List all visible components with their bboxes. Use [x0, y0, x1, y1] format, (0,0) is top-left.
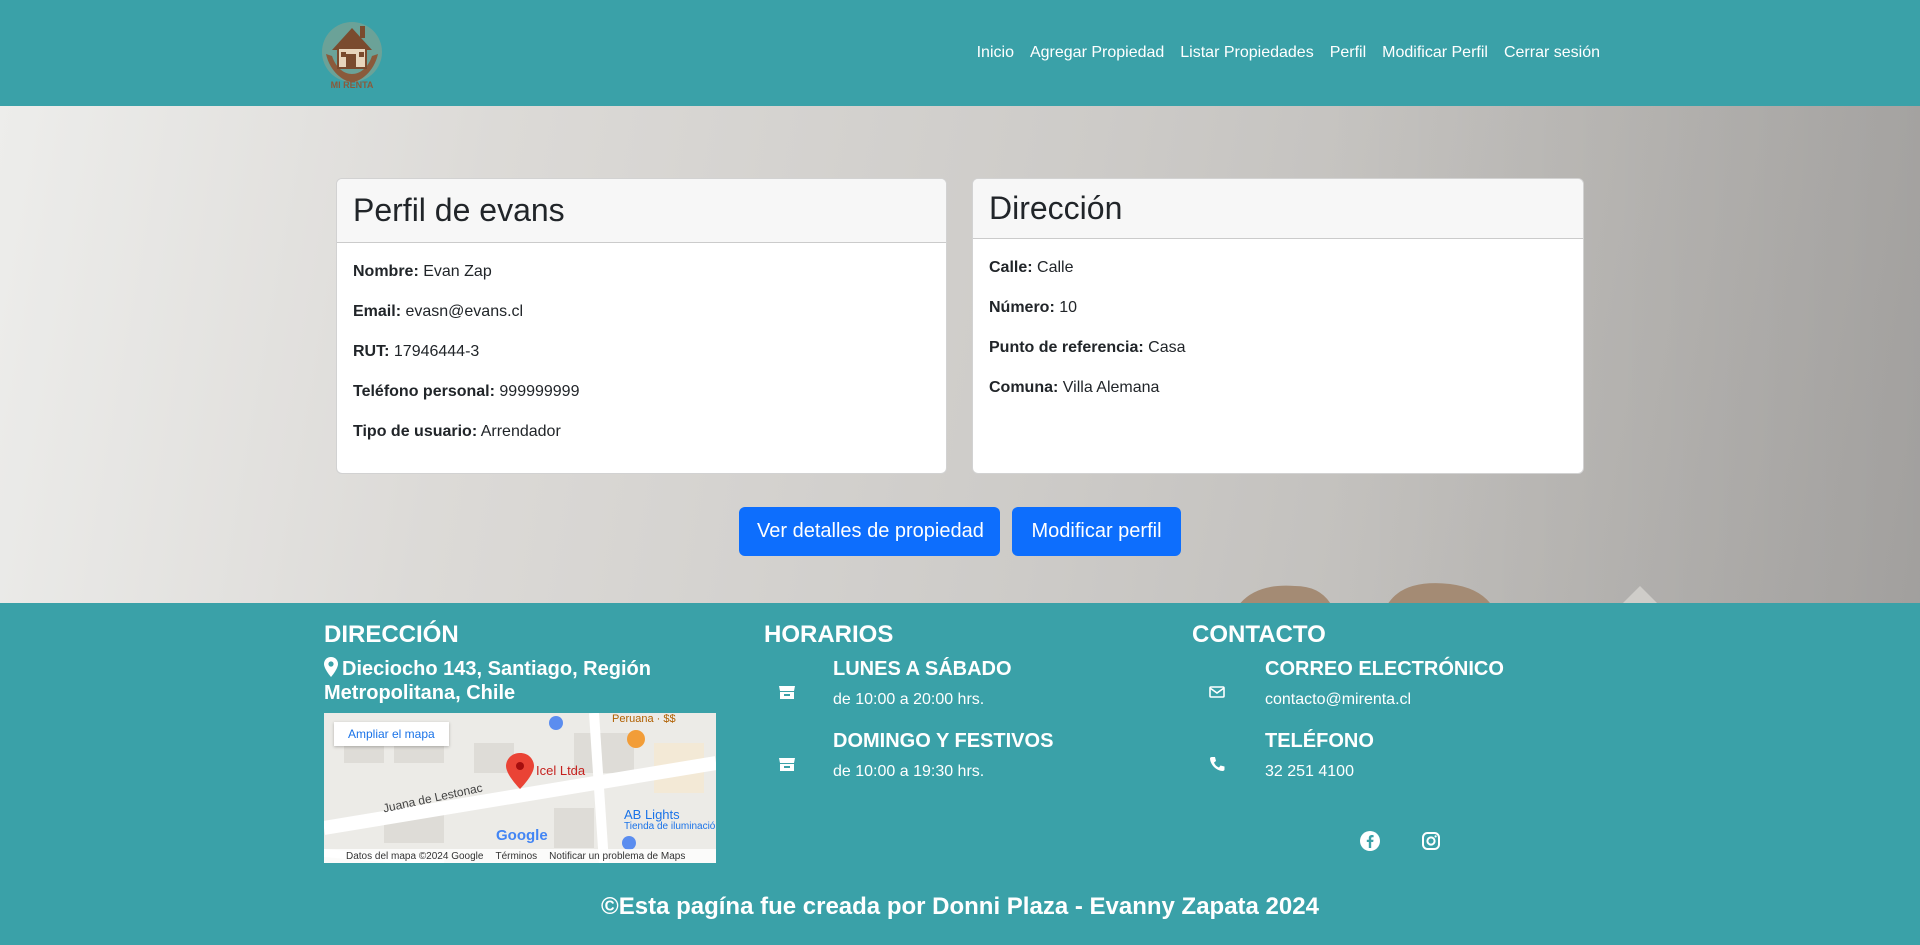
nav-modificar-perfil[interactable]: Modificar Perfil [1382, 44, 1488, 62]
logo-text: MI RENTA [331, 80, 374, 90]
instagram-icon[interactable] [1420, 830, 1442, 852]
footer-address-text: Dieciocho 143, Santiago, Región Metropol… [324, 658, 651, 704]
profile-card-body: Nombre: Evan Zap Email: evasn@evans.cl R… [337, 243, 946, 473]
address-card-body: Calle: Calle Número: 10 Punto de referen… [973, 239, 1583, 433]
address-field-referencia: Punto de referencia: Casa [989, 339, 1186, 356]
map-attr-data: Datos del mapa ©2024 Google [346, 850, 484, 862]
profile-field-email: Email: evasn@evans.cl [353, 303, 524, 320]
nav-perfil[interactable]: Perfil [1330, 44, 1366, 62]
location-pin-icon [324, 657, 338, 677]
map-shop2-label: AB Lights [624, 807, 680, 822]
facebook-icon[interactable] [1359, 830, 1381, 852]
contact-email-title: CORREO ELECTRÓNICO [1265, 658, 1504, 680]
store-icon [779, 758, 795, 771]
footer-hours-title: HORARIOS [764, 621, 894, 648]
google-map[interactable]: Ampliar el mapa Icel Ltda Juana de Lesto… [324, 713, 716, 863]
map-shop-label: Peruana · $$ [612, 713, 676, 725]
address-card: Dirección Calle: Calle Número: 10 Punto … [972, 178, 1584, 474]
footer-address: Dieciocho 143, Santiago, Región Metropol… [324, 657, 704, 705]
address-card-header: Dirección [973, 179, 1583, 239]
nav-agregar-propiedad[interactable]: Agregar Propiedad [1030, 44, 1164, 62]
profile-card-header: Perfil de evans [337, 179, 946, 243]
address-field-numero: Número: 10 [989, 299, 1078, 316]
store-icon [779, 686, 795, 699]
profile-field-tipo-usuario: Tipo de usuario: Arrendador [353, 423, 561, 440]
contact-email-text[interactable]: contacto@mirenta.cl [1265, 691, 1411, 709]
contact-phone-title: TELÉFONO [1265, 730, 1374, 752]
profile-field-telefono: Teléfono personal: 999999999 [353, 383, 580, 400]
hours-sunday-title: DOMINGO Y FESTIVOS [833, 730, 1054, 752]
view-property-details-button[interactable]: Ver detalles de propiedad [739, 507, 1000, 556]
profile-field-nombre: Nombre: Evan Zap [353, 263, 492, 280]
map-attr-terms[interactable]: Términos [495, 851, 537, 862]
nav-inicio[interactable]: Inicio [977, 44, 1014, 62]
profile-title: Perfil de evans [353, 192, 565, 228]
address-field-calle: Calle: Calle [989, 259, 1074, 276]
copyright-text: ©Esta pagína fue creada por Donni Plaza … [601, 893, 1319, 920]
nav-links: Inicio Agregar Propiedad Listar Propieda… [977, 0, 1600, 106]
edit-profile-button[interactable]: Modificar perfil [1012, 507, 1181, 556]
profile-card: Perfil de evans Nombre: Evan Zap Email: … [336, 178, 947, 474]
navbar: MI RENTA Inicio Agregar Propiedad Listar… [0, 0, 1920, 106]
hours-weekday-title: LUNES A SÁBADO [833, 658, 1012, 680]
sofa-image [1240, 583, 1657, 603]
map-place-label: Icel Ltda [536, 763, 586, 778]
address-title: Dirección [989, 190, 1123, 226]
map-attribution: Datos del mapa ©2024 Google Términos Not… [324, 849, 716, 863]
footer-address-title: DIRECCIÓN [324, 621, 459, 648]
footer-contact-title: CONTACTO [1192, 621, 1326, 648]
address-field-comuna: Comuna: Villa Alemana [989, 379, 1160, 396]
hero-background: Perfil de evans Nombre: Evan Zap Email: … [0, 106, 1920, 603]
house-logo-icon: MI RENTA [322, 22, 382, 90]
contact-phone-text[interactable]: 32 251 4100 [1265, 763, 1354, 781]
map-attr-report[interactable]: Notificar un problema de Maps [549, 851, 685, 862]
hours-weekday-text: de 10:00 a 20:00 hrs. [833, 691, 985, 708]
hours-sunday-text: de 10:00 a 19:30 hrs. [833, 763, 985, 780]
map-shop2-sub-label: Tienda de iluminación [624, 821, 716, 832]
profile-field-rut: RUT: 17946444-3 [353, 343, 480, 360]
footer: DIRECCIÓN Dieciocho 143, Santiago, Regió… [0, 603, 1920, 945]
nav-cerrar-sesion[interactable]: Cerrar sesión [1504, 44, 1600, 62]
google-logo: Google [496, 827, 548, 844]
enlarge-map-button[interactable]: Ampliar el mapa [334, 722, 449, 746]
phone-icon [1210, 757, 1225, 771]
envelope-icon [1209, 686, 1225, 698]
site-logo[interactable]: MI RENTA [316, 12, 388, 90]
nav-listar-propiedades[interactable]: Listar Propiedades [1180, 44, 1313, 62]
